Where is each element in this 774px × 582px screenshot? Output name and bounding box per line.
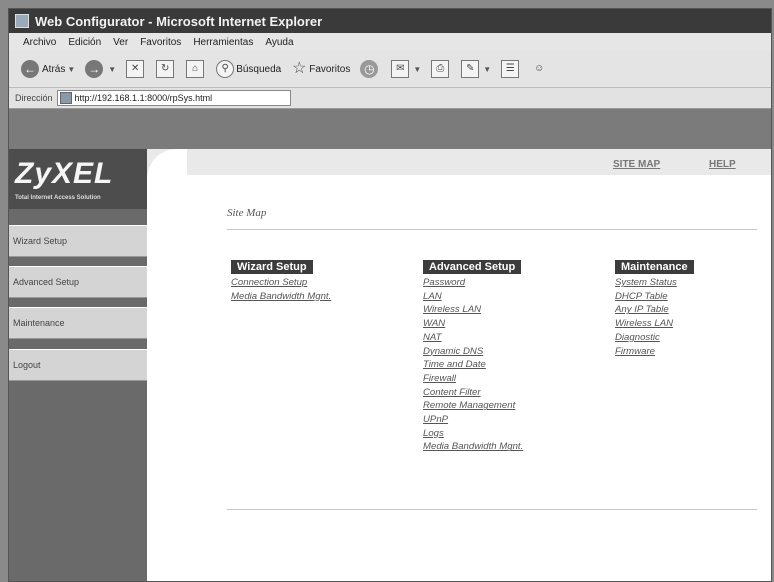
menu-favoritos[interactable]: Favoritos	[140, 37, 181, 48]
back-arrow-icon: ←	[21, 60, 39, 78]
chevron-down-icon: ▼	[483, 64, 492, 74]
header-band	[147, 149, 771, 175]
favorites-button[interactable]: ☆ Favoritos	[291, 61, 350, 77]
sidebar: ZyXEL Total Internet Access Solution Wiz…	[9, 149, 147, 581]
star-icon: ☆	[292, 60, 307, 77]
link-system-status[interactable]: System Status	[615, 276, 694, 290]
chevron-down-icon: ▼	[67, 64, 76, 74]
stop-icon: ✕	[126, 60, 145, 78]
maintenance-column: Maintenance System Status DHCP Table Any…	[615, 257, 694, 358]
link-password[interactable]: Password	[423, 276, 523, 290]
research-button[interactable]: ☰	[501, 60, 521, 78]
bottom-divider	[227, 509, 757, 510]
browser-window: Web Configurator - Microsoft Internet Ex…	[8, 8, 772, 582]
menu-archivo[interactable]: Archivo	[23, 37, 56, 48]
top-band	[9, 109, 771, 149]
title-bar: Web Configurator - Microsoft Internet Ex…	[9, 9, 771, 33]
edit-icon: ✎	[461, 60, 480, 78]
edit-button[interactable]: ✎ ▼	[461, 60, 491, 78]
link-logs[interactable]: Logs	[423, 427, 523, 441]
link-upnp[interactable]: UPnP	[423, 413, 523, 427]
zyxel-logo: ZyXEL	[15, 157, 114, 190]
search-icon: ⚲	[216, 60, 235, 78]
back-button[interactable]: ← Atrás ▼	[21, 60, 75, 78]
menu-herramientas[interactable]: Herramientas	[193, 37, 253, 48]
history-button[interactable]: ◷	[360, 60, 381, 78]
link-dynamic-dns[interactable]: Dynamic DNS	[423, 345, 523, 359]
internet-explorer-icon	[15, 14, 29, 28]
link-wireless-lan-maintenance[interactable]: Wireless LAN	[615, 317, 694, 331]
messenger-icon: ☺	[534, 63, 545, 74]
logo-tagline: Total Internet Access Solution	[15, 195, 101, 201]
back-label: Atrás	[42, 63, 66, 75]
sidebar-item-maintenance[interactable]: Maintenance	[9, 307, 147, 339]
sidebar-item-logout[interactable]: Logout	[9, 349, 147, 381]
wizard-setup-heading: Wizard Setup	[231, 260, 313, 274]
address-label: Dirección	[15, 93, 53, 103]
link-wireless-lan[interactable]: Wireless LAN	[423, 303, 523, 317]
mail-icon: ✉	[391, 60, 410, 78]
history-icon: ◷	[360, 60, 379, 78]
print-icon: ⎙	[431, 60, 450, 78]
toolbar: ← Atrás ▼ → ▼ ✕ ↻ ⌂ ⚲ Búsqueda ☆ Favorit…	[9, 51, 771, 87]
link-firewall[interactable]: Firewall	[423, 372, 523, 386]
chevron-down-icon: ▼	[413, 64, 422, 74]
link-any-ip-table[interactable]: Any IP Table	[615, 303, 694, 317]
link-nat[interactable]: NAT	[423, 331, 523, 345]
home-icon: ⌂	[186, 60, 205, 78]
sidebar-item-wizard-setup[interactable]: Wizard Setup	[9, 225, 147, 257]
refresh-icon: ↻	[156, 60, 175, 78]
site-map-link[interactable]: SITE MAP	[613, 159, 660, 170]
sidebar-item-advanced-setup[interactable]: Advanced Setup	[9, 266, 147, 298]
chevron-down-icon: ▼	[108, 64, 117, 74]
link-lan[interactable]: LAN	[423, 290, 523, 304]
menu-edicion[interactable]: Edición	[68, 37, 101, 48]
logo-area: ZyXEL Total Internet Access Solution	[9, 149, 147, 209]
stop-button[interactable]: ✕	[126, 60, 146, 78]
link-remote-management[interactable]: Remote Management	[423, 399, 523, 413]
link-content-filter[interactable]: Content Filter	[423, 386, 523, 400]
menu-ver[interactable]: Ver	[113, 37, 128, 48]
page-title: Site Map	[227, 207, 267, 219]
address-bar: Dirección http://192.168.1.1:8000/rpSys.…	[9, 87, 771, 109]
link-connection-setup[interactable]: Connection Setup	[231, 276, 331, 290]
window-title: Web Configurator - Microsoft Internet Ex…	[35, 13, 323, 29]
page-content: ZyXEL Total Internet Access Solution Wiz…	[9, 109, 771, 581]
link-diagnostic[interactable]: Diagnostic	[615, 331, 694, 345]
home-button[interactable]: ⌂	[186, 60, 206, 78]
link-time-and-date[interactable]: Time and Date	[423, 358, 523, 372]
link-dhcp-table[interactable]: DHCP Table	[615, 290, 694, 304]
search-label: Búsqueda	[236, 63, 282, 75]
menu-ayuda[interactable]: Ayuda	[265, 37, 293, 48]
page-icon	[59, 92, 72, 104]
link-media-bandwidth-mgnt[interactable]: Media Bandwidth Mgnt.	[231, 290, 331, 304]
address-url: http://192.168.1.1:8000/rpSys.html	[74, 93, 213, 103]
forward-button[interactable]: → ▼	[85, 60, 116, 78]
link-media-bandwidth-mgnt-advanced[interactable]: Media Bandwidth Mgnt.	[423, 440, 523, 454]
advanced-setup-column: Advanced Setup Password LAN Wireless LAN…	[423, 257, 523, 454]
link-wan[interactable]: WAN	[423, 317, 523, 331]
top-divider	[227, 229, 757, 230]
favorites-label: Favoritos	[309, 63, 351, 75]
link-firmware[interactable]: Firmware	[615, 345, 694, 359]
search-button[interactable]: ⚲ Búsqueda	[216, 60, 281, 78]
wizard-setup-column: Wizard Setup Connection Setup Media Band…	[231, 257, 331, 303]
menu-bar: Archivo Edición Ver Favoritos Herramient…	[9, 33, 771, 51]
advanced-setup-heading: Advanced Setup	[423, 260, 522, 274]
forward-arrow-icon: →	[85, 60, 104, 78]
mail-button[interactable]: ✉ ▼	[391, 60, 421, 78]
help-link[interactable]: HELP	[709, 159, 736, 170]
messenger-button[interactable]: ☺	[531, 61, 549, 77]
print-button[interactable]: ⎙	[431, 60, 451, 78]
address-input[interactable]: http://192.168.1.1:8000/rpSys.html	[56, 90, 291, 106]
maintenance-heading: Maintenance	[615, 260, 694, 274]
refresh-button[interactable]: ↻	[156, 60, 176, 78]
research-icon: ☰	[501, 60, 520, 78]
